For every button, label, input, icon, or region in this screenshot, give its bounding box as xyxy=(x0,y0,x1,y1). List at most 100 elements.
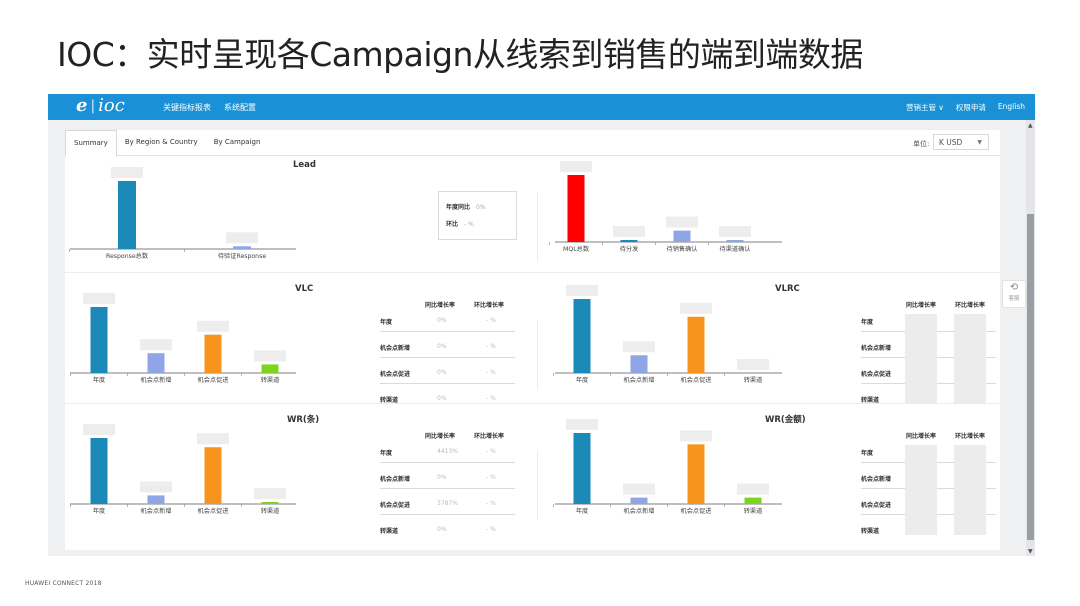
bar[interactable] xyxy=(147,353,165,373)
bar-value-placeholder xyxy=(83,424,115,435)
table-cell-mom: - % xyxy=(486,500,496,507)
unit-select[interactable]: K USD ▼ xyxy=(933,134,989,150)
bar-value-placeholder xyxy=(623,483,655,495)
table-row-label: 转渠道 xyxy=(861,528,880,535)
vertical-divider xyxy=(537,192,538,262)
bar[interactable] xyxy=(204,447,222,504)
bar[interactable] xyxy=(687,444,705,504)
x-tick-label: 年度 xyxy=(93,376,105,384)
bar-chart-5: 年度 机会点新增 机会点促进 转渠道 xyxy=(70,424,296,515)
bar-value-placeholder xyxy=(666,216,698,228)
table-row-label: 转渠道 xyxy=(380,397,399,404)
bar-value-placeholder xyxy=(680,302,712,314)
bar[interactable] xyxy=(630,355,648,373)
table-cell-mom: - % xyxy=(486,395,496,402)
bar[interactable] xyxy=(630,497,648,504)
bar-chart-4: 年度 机会点新增 机会点促进 转渠道 xyxy=(553,285,782,384)
bar-value-placeholder xyxy=(111,167,143,178)
vertical-divider xyxy=(537,450,538,520)
bar-value-placeholder xyxy=(613,225,645,237)
table-row-label: 机会点新增 xyxy=(861,476,892,483)
loading-placeholder xyxy=(905,314,937,404)
table-cell-yoy: 0% xyxy=(437,317,447,324)
bar-value-placeholder xyxy=(680,430,712,442)
bar-value-placeholder xyxy=(719,226,751,237)
language-switch[interactable]: English xyxy=(998,102,1025,113)
bar[interactable] xyxy=(673,230,691,242)
table-row-label: 年度 xyxy=(380,450,393,457)
chevron-down-icon: ▼ xyxy=(977,139,982,146)
bar[interactable] xyxy=(147,495,165,504)
vertical-scrollbar[interactable]: ▲ ▼ xyxy=(1026,120,1035,556)
bar[interactable] xyxy=(620,239,638,242)
loading-placeholder xyxy=(905,445,937,535)
bar[interactable] xyxy=(687,316,705,373)
table-row-label: 机会点促进 xyxy=(861,371,892,378)
bar[interactable] xyxy=(744,497,762,504)
x-tick-label: 转渠道 xyxy=(261,376,280,384)
table-header: 同比增长率 xyxy=(425,433,456,440)
ioc-logo[interactable]: e | ioc xyxy=(76,95,125,116)
refresh-icon: ⟲ xyxy=(1009,282,1019,293)
bar[interactable] xyxy=(233,246,251,249)
kpi-label: 环比 xyxy=(446,221,459,228)
x-tick-label: 年度 xyxy=(576,376,588,384)
bar-value-placeholder xyxy=(226,232,258,244)
customer-service-label: 客服 xyxy=(1008,296,1020,302)
x-tick-label: 待分发 xyxy=(620,245,639,253)
x-tick-label: 机会点促进 xyxy=(681,376,712,384)
table-row-label: 机会点促进 xyxy=(861,502,892,509)
bar[interactable] xyxy=(90,307,108,373)
bar[interactable] xyxy=(204,334,222,373)
bar-value-placeholder xyxy=(623,341,655,353)
kpi-row-yoy: 年度同比 0% xyxy=(446,202,486,211)
x-tick-label: 转渠道 xyxy=(744,507,763,515)
table-cell-yoy: 0% xyxy=(437,395,447,402)
nav-item-key-metrics[interactable]: 关键指标报表 xyxy=(163,102,211,113)
user-role-dropdown[interactable]: 营销主管 ∨ xyxy=(906,102,944,113)
bar-chart-6: 年度 机会点新增 机会点促进 转渠道 xyxy=(553,419,782,515)
bar[interactable] xyxy=(726,240,744,242)
customer-service-button[interactable]: ⟲ 客服 xyxy=(1002,280,1026,308)
bar-value-placeholder xyxy=(197,433,229,445)
bar[interactable] xyxy=(567,175,585,242)
dashboard-panel: Summary By Region & Country By Campaign … xyxy=(65,130,1000,550)
table-row-label: 年度 xyxy=(861,450,874,457)
table-row-label: 转渠道 xyxy=(380,528,399,535)
permission-request-link[interactable]: 权限申请 xyxy=(956,102,986,113)
table-cell-yoy: 0% xyxy=(437,474,447,481)
vertical-divider xyxy=(537,320,538,390)
nav-item-system-config[interactable]: 系统配置 xyxy=(224,102,256,113)
table-row-label: 年度 xyxy=(380,319,393,326)
ioc-app-window: e | ioc 关键指标报表 系统配置 营销主管 ∨ 权限申请 English … xyxy=(48,94,1035,556)
logo-divider: | xyxy=(90,97,96,114)
table-cell-mom: - % xyxy=(486,474,496,481)
x-tick-label: 机会点促进 xyxy=(681,507,712,515)
bar-value-placeholder xyxy=(254,488,286,499)
bar[interactable] xyxy=(118,181,136,249)
bar[interactable] xyxy=(261,502,279,504)
table-cell-yoy: 0% xyxy=(437,526,447,533)
top-nav-bar: e | ioc 关键指标报表 系统配置 营销主管 ∨ 权限申请 English xyxy=(48,94,1035,120)
bar-value-placeholder xyxy=(560,161,592,172)
x-tick-label: 年度 xyxy=(576,507,588,515)
scrollbar-thumb[interactable] xyxy=(1027,214,1034,540)
table-header: 同比增长率 xyxy=(906,433,937,440)
table-row-line xyxy=(380,331,515,332)
bar[interactable] xyxy=(90,438,108,504)
bar[interactable] xyxy=(261,364,279,373)
table-row-label: 机会点新增 xyxy=(861,345,892,352)
x-tick-label: Response总数 xyxy=(106,252,149,260)
table-row-label: 机会点促进 xyxy=(380,502,411,509)
table-cell-yoy: 0% xyxy=(437,369,447,376)
bar[interactable] xyxy=(573,299,591,373)
bar[interactable] xyxy=(573,433,591,504)
scroll-down-icon[interactable]: ▼ xyxy=(1028,548,1033,555)
x-tick-label: 机会点促进 xyxy=(198,376,229,384)
bar-value-placeholder xyxy=(140,481,172,493)
loading-placeholder xyxy=(954,314,986,404)
bar-chart-3: 年度 机会点新增 机会点促进 转渠道 xyxy=(70,293,296,384)
table-row-line xyxy=(380,462,515,463)
table-cell-mom: - % xyxy=(486,369,496,376)
scroll-up-icon[interactable]: ▲ xyxy=(1028,122,1033,129)
